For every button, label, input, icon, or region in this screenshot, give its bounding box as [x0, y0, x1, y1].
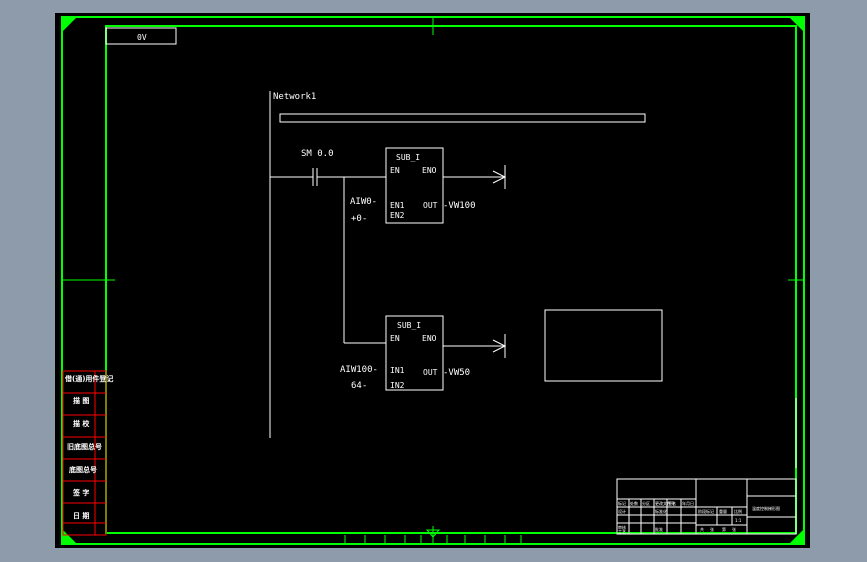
svg-text:重量: 重量 [719, 508, 727, 514]
svg-text:处数: 处数 [630, 500, 638, 506]
block2-pin-out: OUT [423, 368, 438, 377]
svg-text:张: 张 [732, 526, 736, 532]
block1-pin-in2: EN2 [390, 211, 405, 220]
drawing-canvas: 0V Network1 SM 0.0 SUB_I EN ENO EN1 EN2 … [61, 16, 805, 545]
svg-text:阶段标记: 阶段标记 [698, 508, 714, 514]
side-label-3: 旧底图总号 [67, 442, 102, 451]
contact-label: SM 0.0 [301, 149, 334, 159]
block1-output: -VW100 [443, 201, 476, 211]
block1-pin-en: EN [390, 166, 400, 175]
network-comment-bar [279, 113, 646, 123]
svg-text:年月日: 年月日 [682, 500, 694, 506]
svg-text:1:1: 1:1 [735, 518, 742, 523]
side-label-column [62, 370, 107, 536]
title-block-drawing-title: 温度控制梯形图 [752, 505, 780, 511]
block2-pin-eno: ENO [422, 334, 437, 343]
svg-text:设计: 设计 [618, 508, 626, 514]
inner-frame [105, 25, 797, 534]
side-label-4: 底图总号 [69, 465, 97, 474]
block1-input1: AIW0- [350, 197, 377, 207]
side-label-5: 签 字 [72, 488, 89, 497]
block1-title: SUB_I [396, 153, 420, 162]
block2-pin-in1: IN1 [390, 366, 405, 375]
block2-title: SUB_I [397, 321, 421, 330]
block1-input2: +0- [351, 214, 367, 224]
corner-marker-tl [62, 17, 77, 32]
svg-text:批准: 批准 [655, 526, 663, 532]
side-label-1: 描 图 [73, 396, 89, 405]
svg-text:第: 第 [722, 526, 726, 532]
svg-text:工艺: 工艺 [618, 529, 626, 534]
corner-tag: 0V [137, 33, 147, 42]
network-label: Network1 [273, 92, 316, 102]
block1-pin-in1: EN1 [390, 201, 405, 210]
block2-input2: 64- [351, 381, 367, 391]
block2-output: -VW50 [443, 368, 470, 378]
side-label-0: 借(通)用件登记 [64, 374, 113, 383]
cad-viewport[interactable]: 0V Network1 SM 0.0 SUB_I EN ENO EN1 EN2 … [55, 13, 810, 548]
svg-text:签名: 签名 [668, 500, 676, 506]
side-label-6: 日 期 [73, 511, 89, 520]
svg-text:分区: 分区 [642, 500, 650, 506]
corner-marker-bl [62, 529, 77, 544]
side-label-2: 描 校 [73, 419, 90, 428]
svg-text:标准化: 标准化 [655, 508, 667, 514]
block2-input1: AIW100- [340, 365, 378, 375]
svg-text:比例: 比例 [734, 508, 742, 514]
block2-pin-en: EN [390, 334, 400, 343]
svg-text:共: 共 [700, 526, 704, 532]
block2-pin-in2: IN2 [390, 381, 405, 390]
block1-pin-eno: ENO [422, 166, 437, 175]
svg-text:张: 张 [710, 526, 714, 532]
block1-pin-out: OUT [423, 201, 438, 210]
title-block-cells: 标记 处数 分区 更改文件号 签名 年月日 设计 标准化 阶段标记 重量 比例 … [618, 500, 742, 534]
outer-frame [61, 16, 805, 545]
empty-box [544, 309, 663, 382]
svg-text:标记: 标记 [618, 500, 626, 506]
